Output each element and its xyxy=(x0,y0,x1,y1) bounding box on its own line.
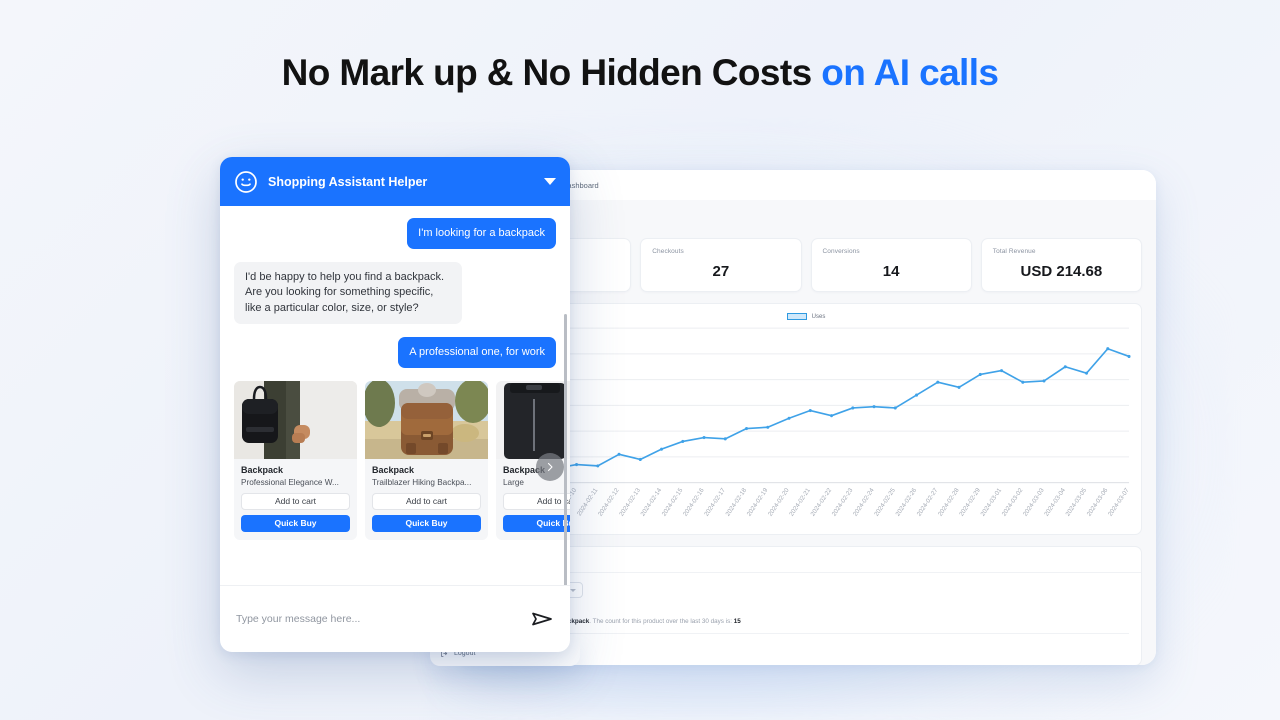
product-card[interactable]: Backpack Trailblazer Hiking Backpa... Ad… xyxy=(365,380,488,540)
chat-widget: Shopping Assistant Helper I'm looking fo… xyxy=(220,157,570,652)
quick-buy-button[interactable]: Quick Buy xyxy=(241,514,350,532)
top-product-row[interactable]: Backpack Variant: Trailblazer Hiking Bac… xyxy=(483,607,1129,634)
headline-accent: on AI calls xyxy=(821,52,999,93)
svg-text:2024-02-23: 2024-02-23 xyxy=(831,486,855,517)
chat-bubble-bot: I'd be happy to help you find a backpack… xyxy=(234,262,462,324)
top-product-name: Backpack xyxy=(483,607,1129,614)
chat-header: Shopping Assistant Helper xyxy=(220,157,570,206)
svg-text:2024-02-15: 2024-02-15 xyxy=(661,486,685,517)
product-image-black-backpack xyxy=(234,380,357,459)
svg-text:2024-02-21: 2024-02-21 xyxy=(788,486,812,517)
add-to-cart-button[interactable]: Add to cart xyxy=(503,492,570,510)
quick-buy-button[interactable]: Quick Buy xyxy=(503,514,570,532)
message-row-user: I'm looking for a backpack xyxy=(234,218,556,250)
message-row-user: A professional one, for work xyxy=(234,336,556,368)
chat-scrollbar[interactable] xyxy=(564,314,567,585)
svg-text:2024-02-19: 2024-02-19 xyxy=(746,486,770,517)
stat-value: 14 xyxy=(882,263,900,280)
headline-main: No Mark up & No Hidden Costs xyxy=(281,52,813,93)
chat-title: Shopping Assistant Helper xyxy=(268,174,428,189)
chevron-down-icon[interactable] xyxy=(544,178,556,185)
top-products-heading: Top Products xyxy=(471,547,1141,573)
message-input[interactable]: Type your message here... xyxy=(236,613,530,625)
svg-text:2024-02-17: 2024-02-17 xyxy=(703,486,727,517)
svg-text:2024-02-27: 2024-02-27 xyxy=(916,486,940,517)
svg-text:2024-03-02: 2024-03-02 xyxy=(1001,486,1025,517)
variant-middle: . The count for this product over the la… xyxy=(589,618,734,625)
product-image-hiking-backpack xyxy=(365,380,488,459)
product-description: Professional Elegance W... xyxy=(241,477,339,487)
svg-text:2024-03-01: 2024-03-01 xyxy=(979,486,1003,517)
chart-svg: 020406080100120 2024-02-072024-02-082024… xyxy=(491,325,1131,518)
stat-value: USD 214.68 xyxy=(1020,263,1103,280)
svg-text:2024-02-25: 2024-02-25 xyxy=(873,486,897,517)
svg-text:2024-02-11: 2024-02-11 xyxy=(576,486,600,517)
message-row-bot: I'd be happy to help you find a backpack… xyxy=(234,262,556,324)
svg-text:2024-02-16: 2024-02-16 xyxy=(682,486,706,517)
stat-card-checkouts: Checkouts 27 xyxy=(640,238,802,292)
stat-label: Conversions xyxy=(822,248,860,255)
stat-label: Total Revenue xyxy=(992,248,1036,255)
product-title: Backpack xyxy=(372,464,415,475)
product-image-rolling-luggage xyxy=(496,380,570,459)
chat-bubble-user: A professional one, for work xyxy=(398,336,556,368)
svg-text:2024-02-20: 2024-02-20 xyxy=(767,486,791,517)
stat-card-total-revenue: Total Revenue USD 214.68 xyxy=(980,238,1142,292)
chevron-down-icon xyxy=(570,588,576,592)
svg-text:2024-02-22: 2024-02-22 xyxy=(809,486,833,517)
svg-text:2024-02-24: 2024-02-24 xyxy=(852,486,876,517)
svg-text:2024-03-04: 2024-03-04 xyxy=(1043,486,1067,517)
product-title: Backpack xyxy=(241,464,284,475)
svg-text:2024-03-05: 2024-03-05 xyxy=(1064,486,1088,517)
chart-legend: Uses xyxy=(479,311,1133,322)
svg-text:2024-02-14: 2024-02-14 xyxy=(639,486,663,517)
svg-text:2024-03-06: 2024-03-06 xyxy=(1086,486,1110,517)
stats-row: Added to carts 58 Checkouts 27 Conversio… xyxy=(470,238,1142,292)
stat-card-conversions: Conversions 14 xyxy=(810,238,972,292)
svg-text:2024-03-03: 2024-03-03 xyxy=(1022,486,1046,517)
chat-bubble-user: I'm looking for a backpack xyxy=(407,218,556,250)
legend-label: Uses xyxy=(811,313,826,320)
chevron-right-icon xyxy=(547,462,553,471)
svg-text:2024-02-26: 2024-02-26 xyxy=(894,486,918,517)
uses-line-chart: Uses 020406080100120 2024-02-072024-02-0… xyxy=(470,303,1142,535)
row-divider xyxy=(483,633,1129,634)
svg-text:2024-02-29: 2024-02-29 xyxy=(958,486,982,517)
product-card[interactable]: Backpack Professional Elegance W... Add … xyxy=(234,380,357,540)
variant-count: 15 xyxy=(733,618,741,625)
carousel-next-button[interactable] xyxy=(536,452,564,481)
stat-label: Checkouts xyxy=(652,248,684,255)
svg-text:2024-02-28: 2024-02-28 xyxy=(937,486,961,517)
page-title: No Mark up & No Hidden Costs on AI calls xyxy=(0,52,1280,94)
product-description: Large xyxy=(503,477,524,487)
smiley-face-icon xyxy=(235,170,257,193)
chart-plot-area: 020406080100120 2024-02-072024-02-082024… xyxy=(479,324,1135,530)
send-paper-plane-icon[interactable] xyxy=(530,607,554,631)
product-description: Trailblazer Hiking Backpa... xyxy=(372,477,472,487)
top-product-description: Variant: Trailblazer Hiking Backpack. Th… xyxy=(483,618,1129,625)
svg-text:2024-02-13: 2024-02-13 xyxy=(618,486,642,517)
chat-messages: I'm looking for a backpack I'd be happy … xyxy=(220,206,570,585)
svg-text:2024-02-18: 2024-02-18 xyxy=(724,486,748,517)
add-to-cart-button[interactable]: Add to cart xyxy=(372,492,481,510)
legend-swatch xyxy=(786,313,807,320)
product-carousel: Backpack Professional Elegance W... Add … xyxy=(234,380,570,540)
svg-text:2024-03-07: 2024-03-07 xyxy=(1107,486,1131,517)
stat-value: 27 xyxy=(712,263,730,280)
chat-input-area: Type your message here... xyxy=(220,585,570,652)
svg-text:2024-02-12: 2024-02-12 xyxy=(597,486,621,517)
quick-buy-button[interactable]: Quick Buy xyxy=(372,514,481,532)
add-to-cart-button[interactable]: Add to cart xyxy=(241,492,350,510)
